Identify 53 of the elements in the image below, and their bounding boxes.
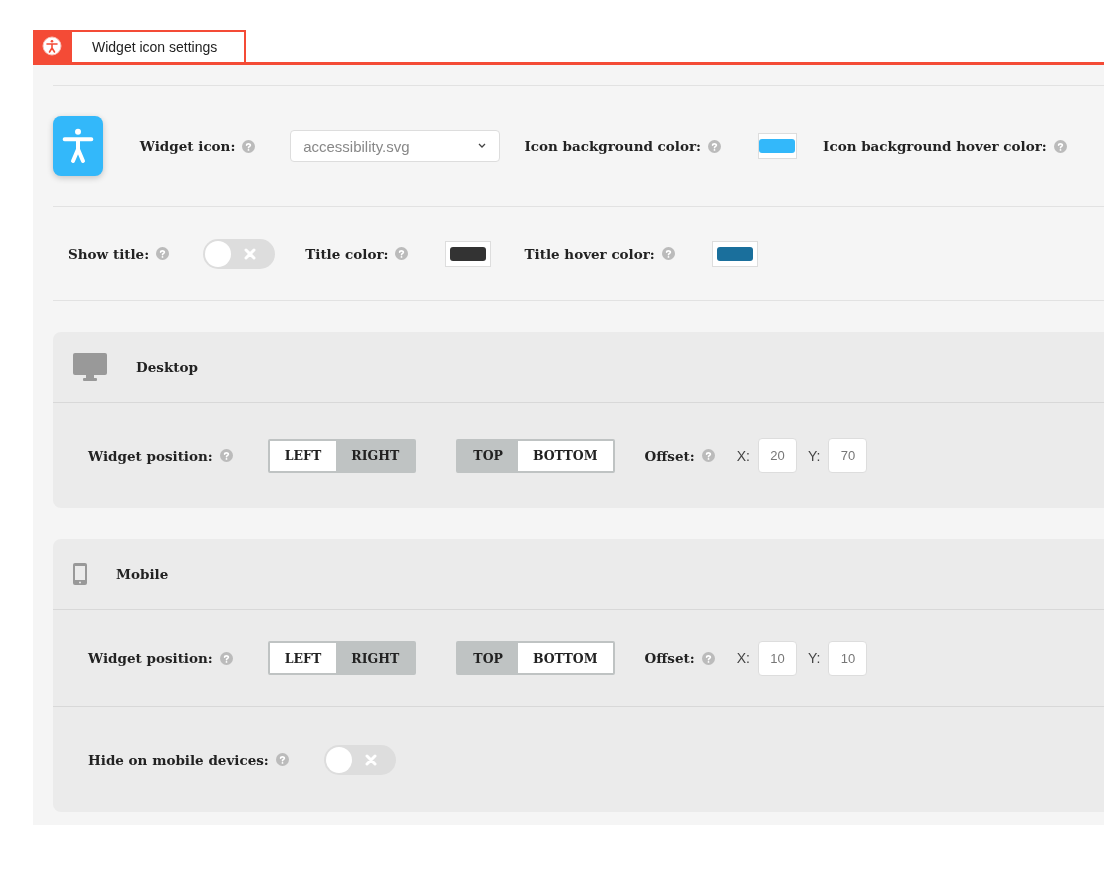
chevron-down-icon	[476, 143, 487, 149]
field-label: Icon background hover color:	[823, 138, 1047, 154]
color-swatch[interactable]	[445, 240, 492, 267]
field-label: Widget position:	[88, 447, 213, 464]
help-icon[interactable]	[661, 247, 675, 260]
offset-input[interactable]: 70	[828, 438, 868, 473]
position-option[interactable]: RIGHT	[336, 643, 415, 673]
offset-input[interactable]: 10	[828, 640, 868, 676]
phone-icon	[73, 563, 87, 585]
color-swatch[interactable]	[711, 240, 758, 267]
toggle-switch[interactable]	[203, 238, 276, 269]
help-icon[interactable]	[219, 651, 233, 665]
field-label: Offset:	[644, 650, 695, 666]
help-icon[interactable]	[1053, 139, 1067, 153]
position-option[interactable]: RIGHT	[336, 440, 415, 471]
position-option[interactable]: TOP	[458, 643, 518, 673]
icon-select[interactable]: accessibility.svg	[290, 130, 500, 162]
toggle-switch[interactable]	[323, 744, 396, 775]
close-icon	[364, 753, 377, 766]
card-title: Mobile	[116, 566, 169, 582]
position-option[interactable]: BOTTOM	[517, 440, 613, 471]
position-option[interactable]: LEFT	[269, 643, 337, 673]
offset-input[interactable]: 10	[758, 640, 797, 676]
help-icon[interactable]	[242, 139, 256, 153]
close-icon	[244, 247, 257, 260]
monitor-icon	[73, 353, 107, 381]
field-label: Show title:	[68, 245, 150, 262]
help-icon[interactable]	[701, 449, 715, 462]
axis-label: Y:	[808, 447, 821, 464]
axis-label: X:	[736, 447, 750, 464]
position-option[interactable]: LEFT	[269, 440, 337, 471]
help-icon[interactable]	[156, 247, 170, 260]
field-label: Widget icon:	[139, 138, 236, 154]
accessibility-icon	[41, 36, 62, 56]
color-swatch[interactable]	[758, 133, 797, 159]
field-label: Title color:	[305, 245, 389, 262]
offset-input[interactable]: 20	[758, 438, 797, 473]
field-label: Title hover color:	[524, 245, 655, 262]
axis-label: Y:	[808, 650, 821, 666]
help-icon[interactable]	[275, 753, 289, 766]
field-label: Widget position:	[88, 650, 213, 666]
position-option[interactable]: BOTTOM	[517, 643, 613, 673]
field-label: Hide on mobile devices:	[88, 751, 269, 768]
axis-label: X:	[736, 650, 750, 666]
settings-tab[interactable]: Widget icon settings	[70, 30, 246, 62]
card-title: Desktop	[136, 359, 198, 375]
help-icon[interactable]	[701, 651, 715, 665]
position-option[interactable]: TOP	[458, 440, 518, 471]
help-icon[interactable]	[219, 449, 233, 462]
help-icon[interactable]	[708, 139, 722, 153]
help-icon[interactable]	[395, 247, 409, 260]
field-label: Offset:	[644, 447, 695, 464]
field-label: Icon background color:	[524, 138, 702, 154]
